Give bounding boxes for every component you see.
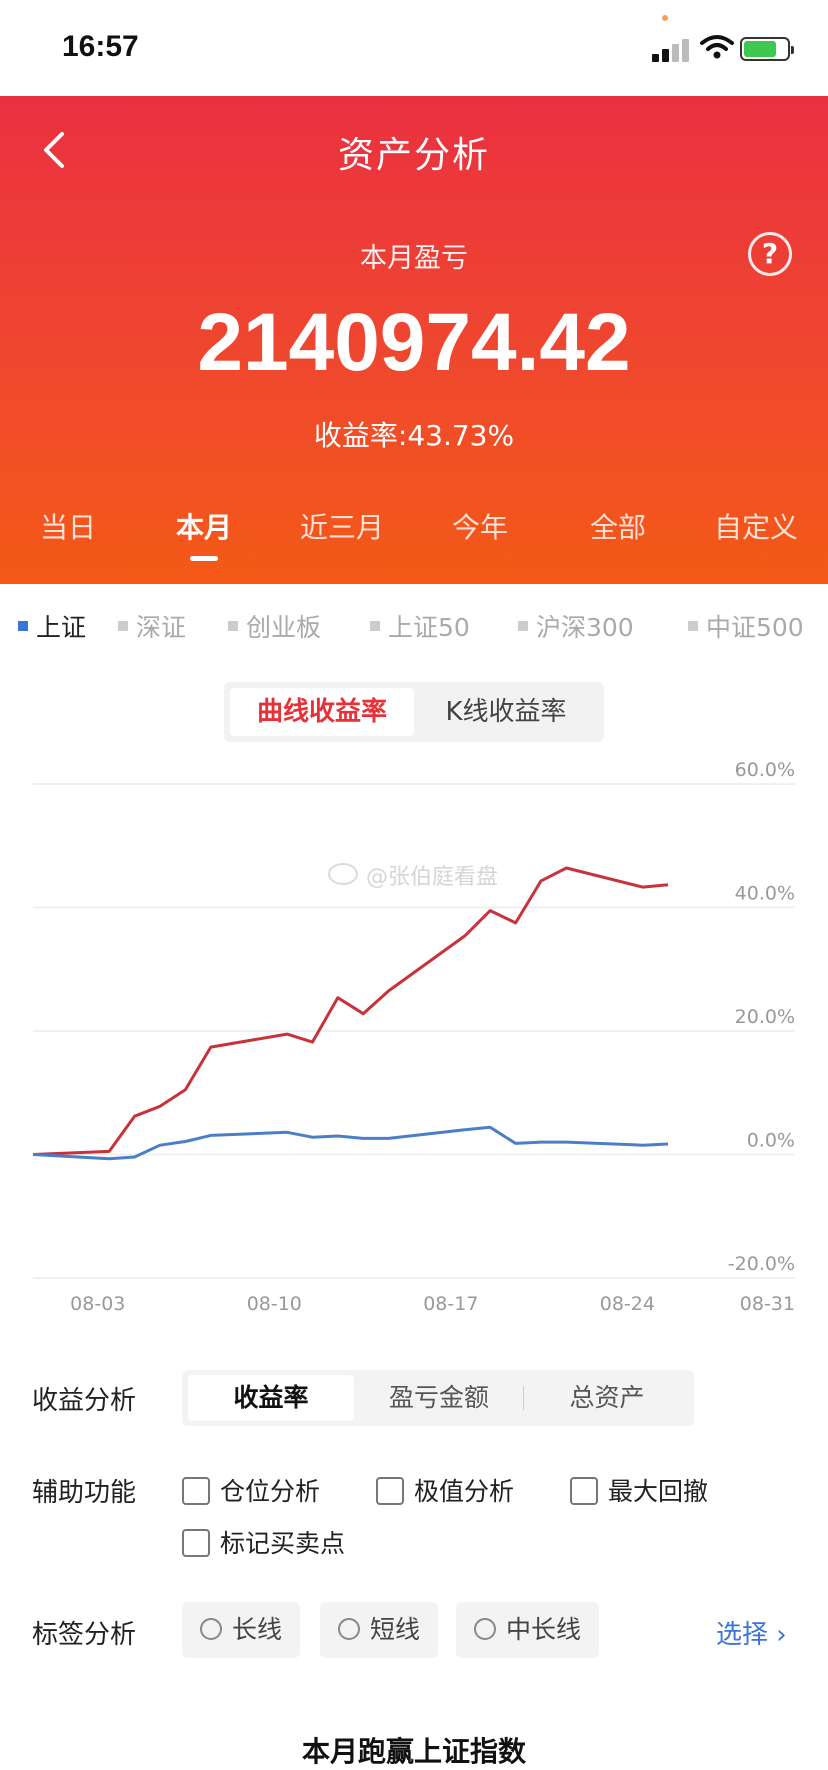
analysis-option-rate[interactable]: 收益率: [188, 1375, 354, 1421]
privacy-indicator-dot: [662, 15, 668, 21]
analysis-option-assets[interactable]: 总资产: [524, 1375, 690, 1421]
x-tick-label: 08-03: [70, 1293, 125, 1315]
checkbox-label: 最大回撤: [608, 1477, 709, 1506]
x-tick-label: 08-10: [247, 1293, 302, 1315]
tags-label: 标签分析: [32, 1620, 137, 1650]
tag-long-term[interactable]: 长线: [182, 1602, 301, 1658]
header-panel: 资产分析 本月盈亏 ? 2140974.42 收益率:43.73% 当日 本月 …: [0, 96, 828, 584]
y-tick-label: -20.0%: [728, 1253, 795, 1275]
mark-trades-checkbox[interactable]: 标记买卖点: [182, 1524, 345, 1560]
radio-icon: [200, 1618, 222, 1640]
watermark: @张伯庭看盘: [328, 863, 498, 890]
legend-square-icon: [370, 621, 380, 631]
select-link[interactable]: 选择 ›: [716, 1614, 787, 1651]
y-tick-labels: 60.0% 40.0% 20.0% 0.0% -20.0%: [728, 759, 795, 1275]
analysis-toggle: 收益率 盈亏金额 总资产: [182, 1370, 694, 1426]
help-icon[interactable]: ?: [748, 232, 792, 276]
tab-three-months[interactable]: 近三月: [300, 506, 384, 546]
checkbox-label: 极值分析: [414, 1477, 515, 1506]
tag-label: 长线: [232, 1615, 283, 1644]
page-title: 资产分析: [337, 135, 490, 176]
legend-square-icon: [228, 621, 238, 631]
checkbox-icon: [182, 1529, 210, 1557]
battery-icon: [740, 37, 794, 61]
analysis-label: 收益分析: [32, 1386, 137, 1416]
return-chart: 60.0% 40.0% 20.0% 0.0% -20.0% 08-03 08-10 08-1…: [32, 759, 795, 1315]
checkbox-icon: [376, 1477, 404, 1505]
tag-label: 短线: [370, 1615, 421, 1644]
index-chinext[interactable]: 创业板: [228, 608, 321, 644]
legend-square-icon: [688, 621, 698, 631]
x-tick-label: 08-24: [600, 1293, 655, 1315]
checkbox-label: 标记买卖点: [220, 1529, 346, 1558]
index-sse50[interactable]: 上证50: [370, 608, 470, 644]
tab-today[interactable]: 当日: [40, 506, 96, 546]
status-bar: 16:57: [0, 0, 828, 96]
index-label: 创业板: [246, 613, 322, 642]
y-tick-label: 40.0%: [735, 883, 795, 905]
return-rate: 收益率:43.73%: [313, 419, 515, 452]
watermark-text: @张伯庭看盘: [366, 865, 498, 890]
y-tick-label: 0.0%: [747, 1130, 795, 1152]
index-label: 上证50: [388, 613, 470, 642]
select-label: 选择: [716, 1620, 769, 1650]
legend-square-icon: [518, 621, 528, 631]
index-sse[interactable]: 上证: [18, 608, 86, 644]
aux-label: 辅助功能: [32, 1478, 137, 1508]
tab-all[interactable]: 全部: [590, 506, 646, 546]
index-label: 中证500: [706, 613, 804, 642]
chart-lines: [32, 866, 669, 1161]
extreme-analysis-checkbox[interactable]: 极值分析: [376, 1472, 514, 1508]
legend-square-icon: [118, 621, 128, 631]
tag-short-term[interactable]: 短线: [320, 1602, 439, 1658]
signal-icon: [652, 38, 692, 62]
portfolio-return-line: [32, 866, 669, 1156]
index-label: 深证: [136, 613, 187, 642]
tag-label: 中长线: [506, 1615, 582, 1644]
tab-this-year[interactable]: 今年: [452, 506, 508, 546]
y-tick-label: 20.0%: [735, 1006, 795, 1028]
weibo-icon: [328, 863, 358, 885]
index-selector: 上证 深证 创业板 上证50 沪深300 中证500: [0, 600, 828, 650]
chart-type-toggle: 曲线收益率 K线收益率: [224, 682, 604, 742]
x-tick-label: 08-31: [740, 1293, 795, 1315]
checkbox-icon: [570, 1477, 598, 1505]
radio-icon: [474, 1618, 496, 1640]
index-csi300[interactable]: 沪深300: [518, 608, 634, 644]
tab-custom[interactable]: 自定义: [714, 506, 798, 546]
radio-icon: [338, 1618, 360, 1640]
legend-square-icon: [18, 621, 28, 631]
monthly-pnl-label: 本月盈亏: [360, 243, 468, 274]
index-label: 沪深300: [536, 613, 634, 642]
x-tick-label: 08-17: [423, 1293, 478, 1315]
y-tick-label: 60.0%: [735, 759, 795, 781]
chevron-right-icon: ›: [768, 1620, 787, 1650]
index-label: 上证: [36, 613, 87, 642]
index-szse[interactable]: 深证: [118, 608, 186, 644]
tab-this-month[interactable]: 本月: [176, 506, 232, 561]
position-analysis-checkbox[interactable]: 仓位分析: [182, 1472, 320, 1508]
x-tick-labels: 08-03 08-10 08-17 08-24 08-31: [70, 1293, 795, 1315]
tag-mid-long-term[interactable]: 中长线: [456, 1602, 600, 1658]
chart-grid: [33, 783, 795, 1279]
bottom-section-title: 本月跑赢上证指数: [301, 1735, 526, 1768]
checkbox-icon: [182, 1477, 210, 1505]
analysis-option-pnl[interactable]: 盈亏金额: [356, 1375, 522, 1421]
curve-return-option[interactable]: 曲线收益率: [230, 688, 414, 736]
status-time: 16:57: [62, 30, 139, 63]
wifi-icon: [700, 35, 734, 59]
pnl-amount: 2140974.42: [197, 297, 631, 388]
kline-return-option[interactable]: K线收益率: [414, 688, 598, 736]
index-csi500[interactable]: 中证500: [688, 608, 804, 644]
checkbox-label: 仓位分析: [220, 1477, 321, 1506]
period-tabs: 当日 本月 近三月 今年 全部 自定义: [0, 506, 828, 566]
max-drawdown-checkbox[interactable]: 最大回撤: [570, 1472, 708, 1508]
